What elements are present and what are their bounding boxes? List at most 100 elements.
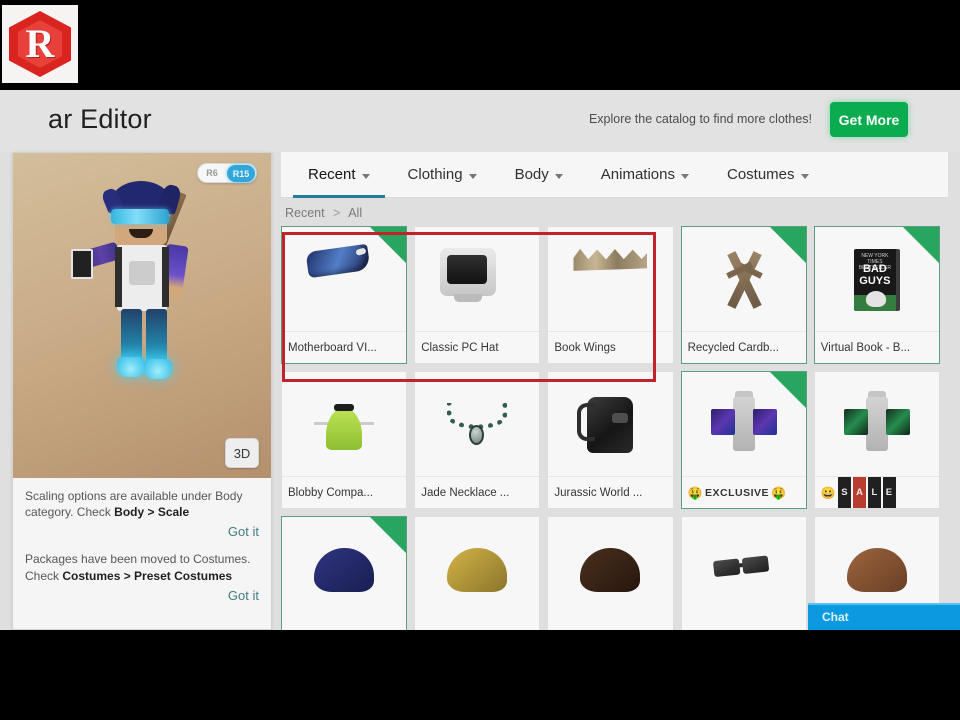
crossed-swords-icon xyxy=(712,248,776,312)
item-card-blue-hair[interactable] xyxy=(281,516,408,630)
chat-bar[interactable]: Chat xyxy=(808,603,960,630)
tab-body[interactable]: Body xyxy=(496,152,582,198)
owned-corner-badge-icon xyxy=(370,517,407,553)
item-label: 😀 S A L E xyxy=(814,476,939,508)
hint-scaling: Scaling options are available under Body… xyxy=(25,488,259,539)
item-label: Virtual Book - B... xyxy=(814,331,939,363)
breadcrumb-root[interactable]: Recent xyxy=(285,206,325,220)
hint-scaling-dismiss[interactable]: Got it xyxy=(25,524,259,539)
item-card-jade-necklace[interactable]: Jade Necklace ... xyxy=(414,371,541,509)
item-label: Blobby Compa... xyxy=(282,476,407,508)
purple-shirt-icon xyxy=(709,390,779,455)
tab-animations-label: Animations xyxy=(600,166,675,183)
item-grid: Motherboard VI... Classic PC Hat Book Wi… xyxy=(281,226,948,630)
item-label: Motherboard VI... xyxy=(282,331,407,363)
hint-scaling-path: Body > Scale xyxy=(114,505,190,520)
item-card-sunglasses[interactable] xyxy=(680,516,807,630)
get-more-button[interactable]: Get More xyxy=(830,102,908,137)
avatar-viewport[interactable]: R6 R15 3D xyxy=(13,153,271,478)
avatar-panel: R6 R15 3D Scaling options are available … xyxy=(12,152,272,630)
item-thumbnail xyxy=(415,227,539,332)
catalog-message: Explore the catalog to find more clothes… xyxy=(588,112,812,126)
item-card-exclusive-shirt[interactable]: 🤑 EXCLUSIVE 🤑 xyxy=(680,371,807,509)
light-brown-hair-icon xyxy=(846,547,907,592)
hint-scaling-text: Scaling options are available under Body… xyxy=(25,488,259,520)
item-label: Recycled Cardb... xyxy=(681,331,806,363)
breadcrumb: Recent > All xyxy=(281,198,948,226)
roblox-logo-letter: R xyxy=(25,21,55,66)
avatar-right-leg xyxy=(146,309,167,365)
sale-letter-a: A xyxy=(853,477,867,508)
item-card-virtual-book[interactable]: NEW YORK TIMES BESTSELLER BAD GUYS Virtu… xyxy=(813,226,940,364)
chevron-down-icon xyxy=(468,173,477,179)
item-thumbnail xyxy=(548,372,672,477)
item-label-text: EXCLUSIVE xyxy=(705,486,770,499)
item-thumbnail xyxy=(548,517,672,622)
item-card-classic-pc-hat[interactable]: Classic PC Hat xyxy=(414,226,541,364)
chevron-down-icon xyxy=(680,173,689,179)
book-title-line2: GUYS xyxy=(859,274,891,287)
chevron-down-icon xyxy=(800,173,809,179)
hint-packages-path: Costumes > Preset Costumes xyxy=(62,568,233,583)
item-card-blonde-hair[interactable] xyxy=(414,516,541,630)
item-thumbnail xyxy=(548,227,672,332)
rig-type-toggle[interactable]: R6 R15 xyxy=(197,163,257,183)
item-card-blobby[interactable]: Blobby Compa... xyxy=(281,371,408,509)
rig-option-r6[interactable]: R6 xyxy=(198,164,226,182)
blobby-companion-icon xyxy=(314,400,375,450)
page-title: ar Editor xyxy=(48,104,152,134)
item-label: Jurassic World ... xyxy=(548,476,673,508)
money-face-emoji-icon: 🤑 xyxy=(771,485,787,500)
green-shirt-icon xyxy=(842,390,912,455)
hint-list: Scaling options are available under Body… xyxy=(13,478,271,603)
item-label: Jade Necklace ... xyxy=(415,476,540,508)
bad-guys-book-icon: NEW YORK TIMES BESTSELLER BAD GUYS xyxy=(853,248,900,311)
item-label: Book Wings xyxy=(548,331,673,363)
category-tabbar: Recent Clothing Body Animations Costumes xyxy=(281,152,948,198)
hint-packages-dismiss[interactable]: Got it xyxy=(25,588,259,603)
item-card-motherboard[interactable]: Motherboard VI... xyxy=(281,226,408,364)
chat-label: Chat xyxy=(822,610,849,624)
item-thumbnail xyxy=(415,372,539,477)
hint-packages: Packages have been moved to Costumes. Ch… xyxy=(25,551,259,602)
roblox-logo-overlay: R xyxy=(2,5,78,83)
motherboard-visor-icon xyxy=(305,243,371,278)
owned-corner-badge-icon xyxy=(902,227,939,263)
rig-option-r15[interactable]: R15 xyxy=(227,164,255,182)
roblox-hex-icon: R xyxy=(9,11,71,77)
tab-animations[interactable]: Animations xyxy=(582,152,708,198)
sale-letter-s: S xyxy=(838,477,852,508)
avatar-character xyxy=(71,175,221,465)
breadcrumb-current[interactable]: All xyxy=(348,206,362,220)
avatar-left-boot xyxy=(117,357,145,377)
screen-root: ar Editor Explore the catalog to find mo… xyxy=(0,0,960,720)
app-header: ar Editor Explore the catalog to find mo… xyxy=(0,90,960,152)
blue-hair-icon xyxy=(314,547,375,592)
item-card-brown-hair[interactable] xyxy=(547,516,674,630)
avatar-visor xyxy=(111,209,169,224)
toggle-3d-button[interactable]: 3D xyxy=(225,438,259,468)
hint-packages-text: Packages have been moved to Costumes. Ch… xyxy=(25,551,259,583)
item-label: 🤑 EXCLUSIVE 🤑 xyxy=(681,476,806,508)
sale-letter-e: E xyxy=(882,477,896,508)
book-wings-icon xyxy=(573,248,648,271)
tab-clothing-label: Clothing xyxy=(407,166,463,183)
tab-costumes[interactable]: Costumes xyxy=(708,152,828,198)
book-title-line1: BAD xyxy=(862,262,887,275)
tab-body-label: Body xyxy=(514,166,549,183)
jade-necklace-icon xyxy=(445,399,509,451)
item-thumbnail xyxy=(282,372,406,477)
smiley-emoji-icon: 😀 xyxy=(820,485,837,500)
avatar-backpack xyxy=(115,247,169,307)
tab-recent[interactable]: Recent xyxy=(289,152,389,198)
item-card-recycled-cardboard[interactable]: Recycled Cardb... xyxy=(680,226,807,364)
chevron-down-icon xyxy=(554,173,563,179)
tab-clothing[interactable]: Clothing xyxy=(389,152,496,198)
item-label: Classic PC Hat xyxy=(415,331,540,363)
item-card-book-wings[interactable]: Book Wings xyxy=(547,226,674,364)
item-card-sale-shirt[interactable]: 😀 S A L E xyxy=(813,371,940,509)
breadcrumb-separator: > xyxy=(333,206,341,220)
item-card-jurassic-world[interactable]: Jurassic World ... xyxy=(547,371,674,509)
blonde-hair-icon xyxy=(447,547,508,592)
backpack-icon xyxy=(577,396,634,453)
